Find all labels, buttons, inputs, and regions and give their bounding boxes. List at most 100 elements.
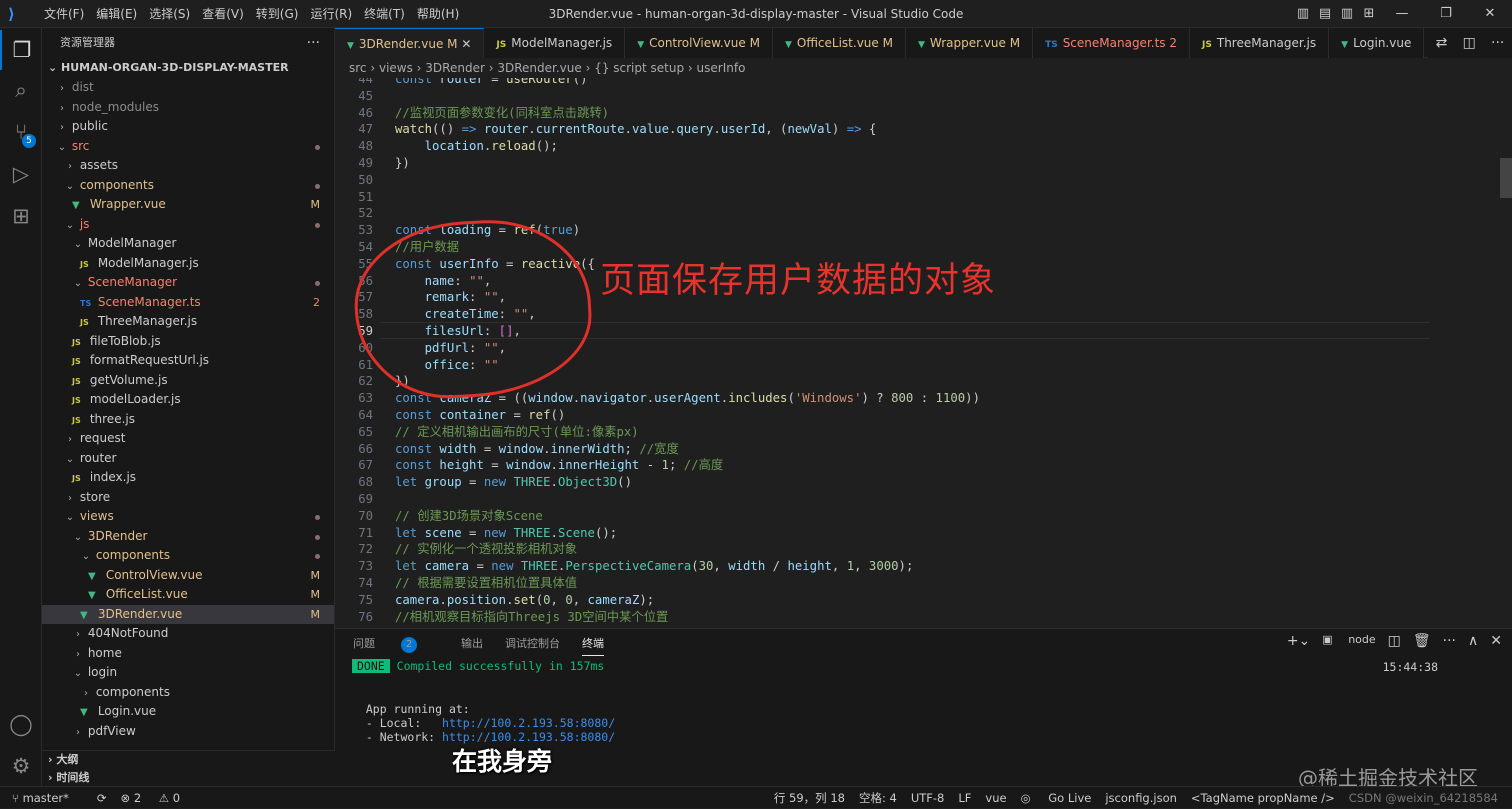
cursor-position[interactable]: 行 59，列 18	[774, 787, 845, 809]
breadcrumb-item[interactable]: userInfo	[697, 61, 746, 75]
tree-folder[interactable]: ⌄ js	[42, 215, 334, 235]
split-editor-icon[interactable]: ◫	[1463, 35, 1476, 51]
menu-item-5[interactable]: 运行(R)	[304, 0, 358, 28]
tree-folder[interactable]: ⌄ components	[42, 176, 334, 196]
customize-layout-icon[interactable]: ⊞	[1358, 0, 1380, 28]
terminal-output[interactable]: DONE Compiled successfully in 157ms App …	[352, 659, 1452, 745]
tree-folder[interactable]: › public	[42, 117, 334, 137]
branch-indicator[interactable]: ⑂ master*	[12, 787, 83, 809]
tree-file[interactable]: JS index.js	[42, 468, 334, 488]
minimap-slider[interactable]	[1500, 158, 1512, 198]
go-live-button[interactable]: ◎ Go Live	[1021, 787, 1092, 809]
tree-file[interactable]: ▼ OfficeList.vue M	[42, 585, 334, 605]
tab-scenemanager-ts[interactable]: TS SceneManager.ts 2	[1033, 28, 1191, 58]
close-panel-icon[interactable]: ✕	[1490, 633, 1502, 649]
tree-file[interactable]: TS SceneManager.ts 2	[42, 293, 334, 313]
menu-item-2[interactable]: 选择(S)	[143, 0, 196, 28]
tree-folder[interactable]: ⌄ views	[42, 507, 334, 527]
close-window-button[interactable]: ✕	[1468, 0, 1512, 28]
settings-gear-icon[interactable]: ⚙	[0, 746, 42, 786]
menu-item-7[interactable]: 帮助(H)	[411, 0, 465, 28]
maximize-panel-icon[interactable]: ∧	[1468, 633, 1478, 649]
tree-folder[interactable]: ⌄ login	[42, 663, 334, 683]
tree-folder[interactable]: › 404NotFound	[42, 624, 334, 644]
tree-folder[interactable]: › assets	[42, 156, 334, 176]
minimize-button[interactable]: —	[1380, 0, 1424, 28]
restore-button[interactable]: ❐	[1424, 0, 1468, 28]
toggle-sidebar-icon[interactable]: ▥	[1292, 0, 1314, 28]
tree-file[interactable]: JS modelLoader.js	[42, 390, 334, 410]
tree-folder[interactable]: › request	[42, 429, 334, 449]
tab-output[interactable]: 输出	[461, 635, 483, 656]
tree-file[interactable]: ▼ ControlView.vue M	[42, 566, 334, 586]
tab-problems[interactable]: 问题 2	[353, 635, 439, 656]
new-terminal-icon[interactable]: +⌄	[1287, 633, 1310, 649]
tab-wrapper-vue[interactable]: ▼ Wrapper.vue M	[905, 28, 1034, 58]
explorer-icon[interactable]: ❐	[0, 30, 42, 70]
tab-3drender-vue[interactable]: ▼ 3DRender.vue M ✕	[335, 28, 485, 58]
outline-section[interactable]: › 大纲	[42, 751, 335, 769]
tab-login-vue[interactable]: ▼ Login.vue	[1329, 28, 1425, 58]
menu-item-0[interactable]: 文件(F)	[38, 0, 90, 28]
more-actions-icon[interactable]: ···	[307, 28, 320, 58]
sync-icon[interactable]: ⟳	[97, 787, 107, 809]
more-icon[interactable]: ···	[1491, 35, 1504, 51]
indentation[interactable]: 空格: 4	[859, 787, 897, 809]
extensions-icon[interactable]: ⊞	[0, 196, 42, 236]
toggle-secondary-sidebar-icon[interactable]: ▥	[1336, 0, 1358, 28]
tree-file[interactable]: JS formatRequestUrl.js	[42, 351, 334, 371]
tree-folder[interactable]: ⌄ 3DRender	[42, 527, 334, 547]
tree-file[interactable]: JS ModelManager.js	[42, 254, 334, 274]
run-debug-icon[interactable]: ▷	[0, 154, 42, 194]
menu-item-3[interactable]: 查看(V)	[196, 0, 250, 28]
tree-folder[interactable]: › dist	[42, 78, 334, 98]
tree-file[interactable]: JS fileToBlob.js	[42, 332, 334, 352]
tree-file[interactable]: JS three.js	[42, 410, 334, 430]
language-mode[interactable]: vue	[985, 787, 1006, 809]
tree-folder[interactable]: ⌄ components	[42, 546, 334, 566]
end-of-line[interactable]: LF	[958, 787, 971, 809]
close-tab-icon[interactable]: ✕	[461, 37, 471, 51]
compare-icon[interactable]: ⇄	[1436, 35, 1448, 51]
tree-folder[interactable]: ⌄ router	[42, 449, 334, 469]
search-icon[interactable]: ⌕	[0, 70, 42, 110]
tree-folder[interactable]: › components	[42, 683, 334, 703]
local-url-link[interactable]: http://100.2.193.58:8080/	[442, 716, 615, 730]
minimap[interactable]	[1430, 78, 1512, 628]
tab-modelmanager-js[interactable]: JS ModelManager.js	[484, 28, 626, 58]
account-icon[interactable]: ◯	[0, 704, 42, 744]
tree-folder[interactable]: ⌄ SceneManager	[42, 273, 334, 293]
tree-file[interactable]: ▼ Wrapper.vue M	[42, 195, 334, 215]
more-icon[interactable]: ···	[1443, 633, 1456, 649]
tagname-indicator[interactable]: <TagName propName />	[1191, 787, 1335, 809]
split-terminal-icon[interactable]: ◫	[1388, 633, 1401, 649]
tab-threemanager-js[interactable]: JS ThreeManager.js	[1190, 28, 1330, 58]
tree-folder[interactable]: ⌄ ModelManager	[42, 234, 334, 254]
tree-folder[interactable]: › pdfView	[42, 722, 334, 742]
menu-item-4[interactable]: 转到(G)	[250, 0, 305, 28]
tree-folder[interactable]: › home	[42, 644, 334, 664]
tree-folder[interactable]: › node_modules	[42, 98, 334, 118]
timeline-section[interactable]: › 时间线	[42, 769, 335, 787]
tree-folder[interactable]: › store	[42, 488, 334, 508]
problems-indicator[interactable]: ⊗ 2 ⚠ 0	[121, 787, 195, 809]
terminal-shell[interactable]: ▣ node	[1322, 633, 1375, 649]
tab-debug-console[interactable]: 调试控制台	[505, 635, 560, 656]
trash-icon[interactable]: 🗑	[1413, 633, 1431, 649]
menu-item-6[interactable]: 终端(T)	[358, 0, 411, 28]
tab-controlview-vue[interactable]: ▼ ControlView.vue M	[625, 28, 773, 58]
tab-terminal[interactable]: 终端	[582, 635, 604, 656]
source-control-icon[interactable]: ⑂ 5	[0, 112, 42, 152]
tree-file[interactable]: JS ThreeManager.js	[42, 312, 334, 332]
tree-folder[interactable]: ⌄ src	[42, 137, 334, 157]
tree-file[interactable]: ▼ 3DRender.vue M	[42, 604, 334, 624]
jsconfig-indicator[interactable]: jsconfig.json	[1105, 787, 1177, 809]
breadcrumb-item[interactable]: 3DRender	[425, 61, 485, 75]
toggle-panel-icon[interactable]: ▤	[1314, 0, 1336, 28]
encoding[interactable]: UTF-8	[911, 787, 945, 809]
menu-item-1[interactable]: 编辑(E)	[90, 0, 143, 28]
tree-file[interactable]: ▼ Login.vue	[42, 702, 334, 722]
breadcrumb-item[interactable]: views	[379, 61, 413, 75]
tab-officelist-vue[interactable]: ▼ OfficeList.vue M	[772, 28, 906, 58]
tree-file[interactable]: JS getVolume.js	[42, 371, 334, 391]
